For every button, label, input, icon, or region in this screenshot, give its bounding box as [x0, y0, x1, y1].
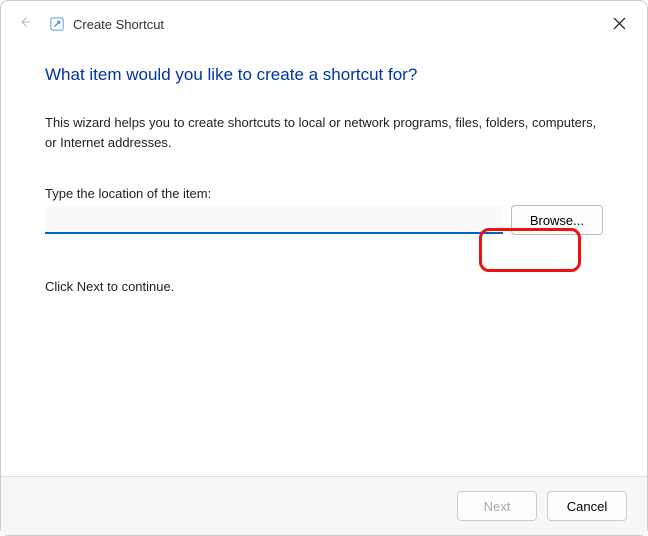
close-button[interactable]: [607, 11, 631, 35]
location-label: Type the location of the item:: [45, 186, 603, 201]
location-input[interactable]: [45, 206, 503, 234]
wizard-content: What item would you like to create a sho…: [1, 41, 647, 476]
back-icon: [17, 15, 33, 33]
shortcut-icon: [49, 16, 65, 32]
browse-button[interactable]: Browse...: [511, 205, 603, 235]
create-shortcut-wizard: Create Shortcut What item would you like…: [0, 0, 648, 536]
window-title: Create Shortcut: [73, 17, 164, 32]
location-input-row: Browse...: [45, 205, 603, 235]
wizard-footer: Next Cancel: [1, 476, 647, 535]
close-icon: [613, 17, 626, 30]
cancel-button[interactable]: Cancel: [547, 491, 627, 521]
titlebar: Create Shortcut: [1, 1, 647, 41]
page-heading: What item would you like to create a sho…: [45, 65, 603, 85]
page-description: This wizard helps you to create shortcut…: [45, 113, 603, 152]
next-instruction: Click Next to continue.: [45, 279, 603, 294]
next-button[interactable]: Next: [457, 491, 537, 521]
